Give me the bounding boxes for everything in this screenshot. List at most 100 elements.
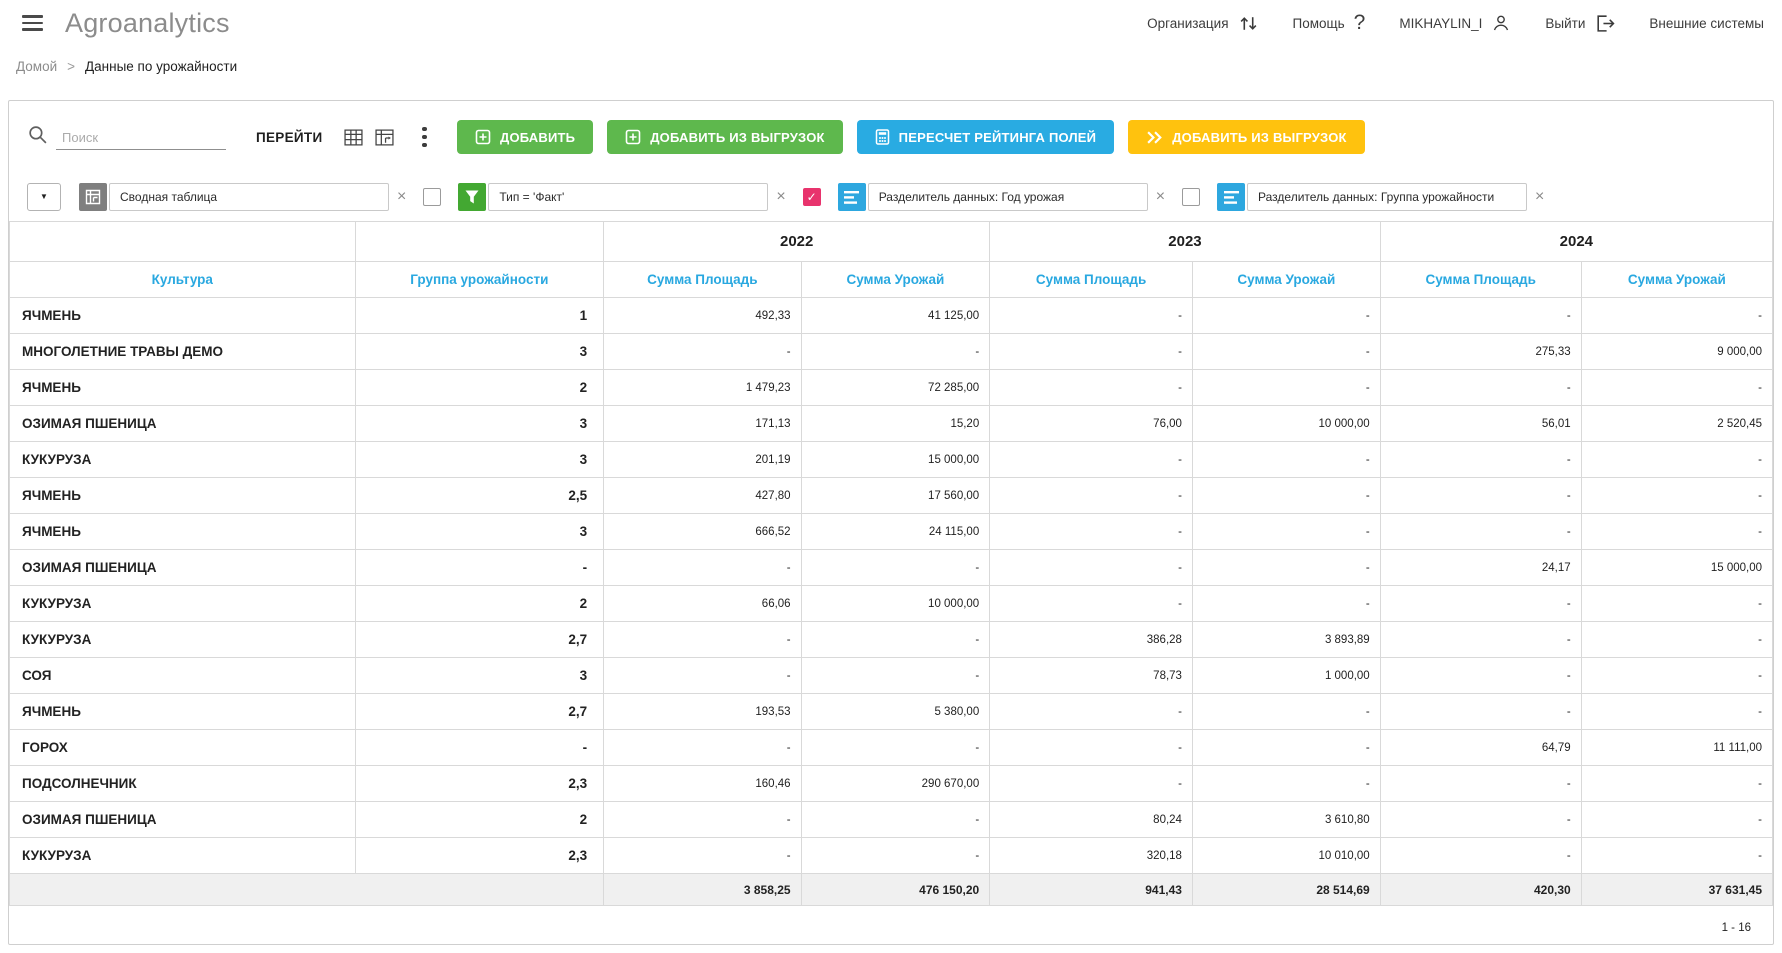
filter-dropdown-button[interactable]: ▼ [27, 183, 61, 211]
cell-culture: ЯЧМЕНЬ [10, 370, 356, 406]
close-icon[interactable]: × [397, 189, 406, 205]
table-row[interactable]: ЯЧМЕНЬ3666,5224 115,00---- [10, 514, 1773, 550]
kebab-menu-icon[interactable] [418, 123, 431, 152]
recalculate-field-rating-button[interactable]: ПЕРЕСЧЕТ РЕЙТИНГА ПОЛЕЙ [857, 120, 1115, 154]
cell-group: 3 [355, 334, 604, 370]
cell-value: - [1581, 478, 1772, 514]
cell-value: 275,33 [1380, 334, 1581, 370]
cell-culture: ОЗИМАЯ ПШЕНИЦА [10, 802, 356, 838]
hamburger-menu-icon[interactable] [18, 11, 47, 35]
close-icon[interactable]: × [1156, 189, 1165, 205]
topbar: Agroanalytics Организация Помощь ? MIKHA… [0, 0, 1782, 46]
add-button[interactable]: ДОБАВИТЬ [457, 120, 593, 154]
cell-value: - [1380, 622, 1581, 658]
cell-value: - [1380, 370, 1581, 406]
table-row[interactable]: ОЗИМАЯ ПШЕНИЦА-----24,1715 000,00 [10, 550, 1773, 586]
year-header: 2024 [1380, 222, 1772, 262]
pagination: 1 - 16 [9, 914, 1773, 944]
filter-split-harvest-year: Разделитель данных: Год урожая× [838, 183, 1165, 211]
cell-total: 37 631,45 [1581, 874, 1772, 906]
table-view-icon[interactable] [344, 129, 363, 146]
cell-value: 17 560,00 [801, 478, 990, 514]
topbar-item-external-systems[interactable]: Внешние системы [1649, 16, 1764, 31]
search-area [27, 124, 226, 150]
corner-cell-culture [10, 222, 356, 262]
filter-checkbox-unchecked[interactable] [1182, 188, 1200, 206]
cell-culture: ЯЧМЕНЬ [10, 694, 356, 730]
cell-value: - [1581, 586, 1772, 622]
cell-value: - [604, 334, 801, 370]
cell-value: 11 111,00 [1581, 730, 1772, 766]
breadcrumb: Домой > Данные по урожайности [0, 46, 1782, 86]
cell-value: 66,06 [604, 586, 801, 622]
cell-total: 3 858,25 [604, 874, 801, 906]
close-icon[interactable]: × [776, 189, 785, 205]
breadcrumb-home[interactable]: Домой [16, 59, 57, 74]
cell-group: 2 [355, 802, 604, 838]
action-button-label: ДОБАВИТЬ ИЗ ВЫГРУЗОК [650, 130, 824, 145]
cell-value: 64,79 [1380, 730, 1581, 766]
cell-value: 76,00 [990, 406, 1193, 442]
pivot-table: 2022 2023 2024 Культура Группа урожайнос… [9, 221, 1773, 906]
filter-checkbox-unchecked[interactable] [423, 188, 441, 206]
cell-value: 15 000,00 [1581, 550, 1772, 586]
filter-chip-label: Тип = 'Факт' [488, 183, 768, 211]
year-header: 2023 [990, 222, 1380, 262]
toolbar: ПЕРЕЙТИ ДОБАВИТЬ ДОБАВИТЬ ИЗ ВЫГРУЗОК ПЕРЕ… [9, 101, 1773, 173]
cell-value: - [604, 730, 801, 766]
table-row[interactable]: ОЗИМАЯ ПШЕНИЦА2--80,243 610,80-- [10, 802, 1773, 838]
table-row[interactable]: ЯЧМЕНЬ2,5427,8017 560,00---- [10, 478, 1773, 514]
cell-value: - [1192, 514, 1380, 550]
table-row[interactable]: ЯЧМЕНЬ1492,3341 125,00---- [10, 298, 1773, 334]
table-row[interactable]: ЯЧМЕНЬ21 479,2372 285,00---- [10, 370, 1773, 406]
column-header-yield[interactable]: Сумма Урожай [1581, 262, 1772, 298]
cell-total: 420,30 [1380, 874, 1581, 906]
cell-value: 9 000,00 [1581, 334, 1772, 370]
topbar-item-user[interactable]: MIKHAYLIN_I [1399, 13, 1511, 33]
cell-value: 10 000,00 [801, 586, 990, 622]
topbar-item-help[interactable]: Помощь ? [1293, 11, 1366, 35]
column-header-group[interactable]: Группа урожайности [355, 262, 604, 298]
pivot-view-icon[interactable] [375, 129, 394, 146]
table-row[interactable]: КУКУРУЗА3201,1915 000,00---- [10, 442, 1773, 478]
cell-value: - [801, 658, 990, 694]
column-header-culture[interactable]: Культура [10, 262, 356, 298]
cell-value: - [1581, 442, 1772, 478]
cell-value: - [1192, 550, 1380, 586]
logout-icon [1594, 13, 1615, 34]
search-input[interactable] [56, 126, 226, 150]
exchange-icon [1238, 13, 1259, 34]
column-header-yield[interactable]: Сумма Урожай [1192, 262, 1380, 298]
table-row[interactable]: КУКУРУЗА2,7--386,283 893,89-- [10, 622, 1773, 658]
cell-value: 2 520,45 [1581, 406, 1772, 442]
cell-value: - [604, 838, 801, 874]
cell-value: - [990, 586, 1193, 622]
cell-value: - [604, 802, 801, 838]
table-row[interactable]: ЯЧМЕНЬ2,7193,535 380,00---- [10, 694, 1773, 730]
table-row[interactable]: ОЗИМАЯ ПШЕНИЦА3171,1315,2076,0010 000,00… [10, 406, 1773, 442]
topbar-item-organization[interactable]: Организация [1147, 13, 1258, 34]
table-row[interactable]: МНОГОЛЕТНИЕ ТРАВЫ ДЕМО3----275,339 000,0… [10, 334, 1773, 370]
table-row[interactable]: ПОДСОЛНЕЧНИК2,3160,46290 670,00---- [10, 766, 1773, 802]
year-header: 2022 [604, 222, 990, 262]
table-row[interactable]: КУКУРУЗА2,3--320,1810 010,00-- [10, 838, 1773, 874]
close-icon[interactable]: × [1535, 189, 1544, 205]
column-header-yield[interactable]: Сумма Урожай [801, 262, 990, 298]
cell-value: - [990, 370, 1193, 406]
topbar-item-logout[interactable]: Выйти [1545, 13, 1615, 34]
cell-value: - [990, 334, 1193, 370]
column-header-area[interactable]: Сумма Площадь [1380, 262, 1581, 298]
column-header-area[interactable]: Сумма Площадь [990, 262, 1193, 298]
filter-checkbox-checked[interactable]: ✓ [803, 188, 821, 206]
cell-value: - [1380, 478, 1581, 514]
column-header-area[interactable]: Сумма Площадь [604, 262, 801, 298]
go-button[interactable]: ПЕРЕЙТИ [256, 130, 322, 145]
table-row[interactable]: КУКУРУЗА266,0610 000,00---- [10, 586, 1773, 622]
main-panel: ПЕРЕЙТИ ДОБАВИТЬ ДОБАВИТЬ ИЗ ВЫГРУЗОК ПЕРЕ… [8, 100, 1774, 945]
table-row[interactable]: СОЯ3--78,731 000,00-- [10, 658, 1773, 694]
table-row[interactable]: ГОРОХ-----64,7911 111,00 [10, 730, 1773, 766]
add-from-uploads-secondary-button[interactable]: ДОБАВИТЬ ИЗ ВЫГРУЗОК [1128, 120, 1364, 154]
cell-culture: ЯЧМЕНЬ [10, 298, 356, 334]
cell-group: 2 [355, 586, 604, 622]
add-from-uploads-button[interactable]: ДОБАВИТЬ ИЗ ВЫГРУЗОК [607, 120, 842, 154]
